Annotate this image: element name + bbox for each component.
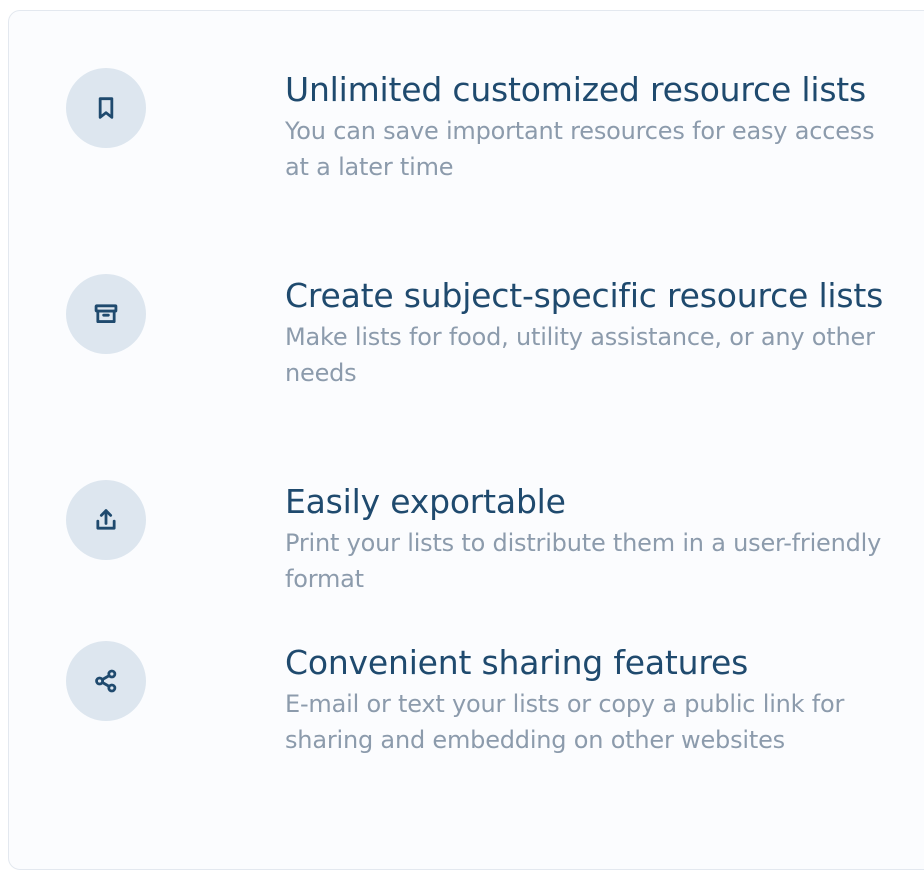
feature-description: You can save important resources for eas… xyxy=(285,117,875,181)
upload-share-icon xyxy=(96,509,116,530)
feature-title: Convenient sharing features xyxy=(285,643,749,682)
feature-title: Create subject-specific resource lists xyxy=(285,276,884,315)
feature-title: Unlimited customized resource lists xyxy=(285,70,867,109)
feature-description: Print your lists to distribute them in a… xyxy=(285,529,882,593)
feature-icon-badge xyxy=(66,480,146,560)
archive-box-icon xyxy=(94,304,118,323)
feature-icon-badge xyxy=(66,274,146,354)
feature-title: Easily exportable xyxy=(285,482,566,521)
features-card: Unlimited customized resource lists You … xyxy=(8,10,924,870)
feature-icon-badge xyxy=(66,68,146,148)
bookmark-icon xyxy=(98,97,114,119)
feature-description: Make lists for food, utility assistance,… xyxy=(285,323,875,387)
feature-description: E-mail or text your lists or copy a publ… xyxy=(285,690,845,754)
feature-icon-badge xyxy=(66,641,146,721)
share-nodes-icon xyxy=(95,669,117,693)
